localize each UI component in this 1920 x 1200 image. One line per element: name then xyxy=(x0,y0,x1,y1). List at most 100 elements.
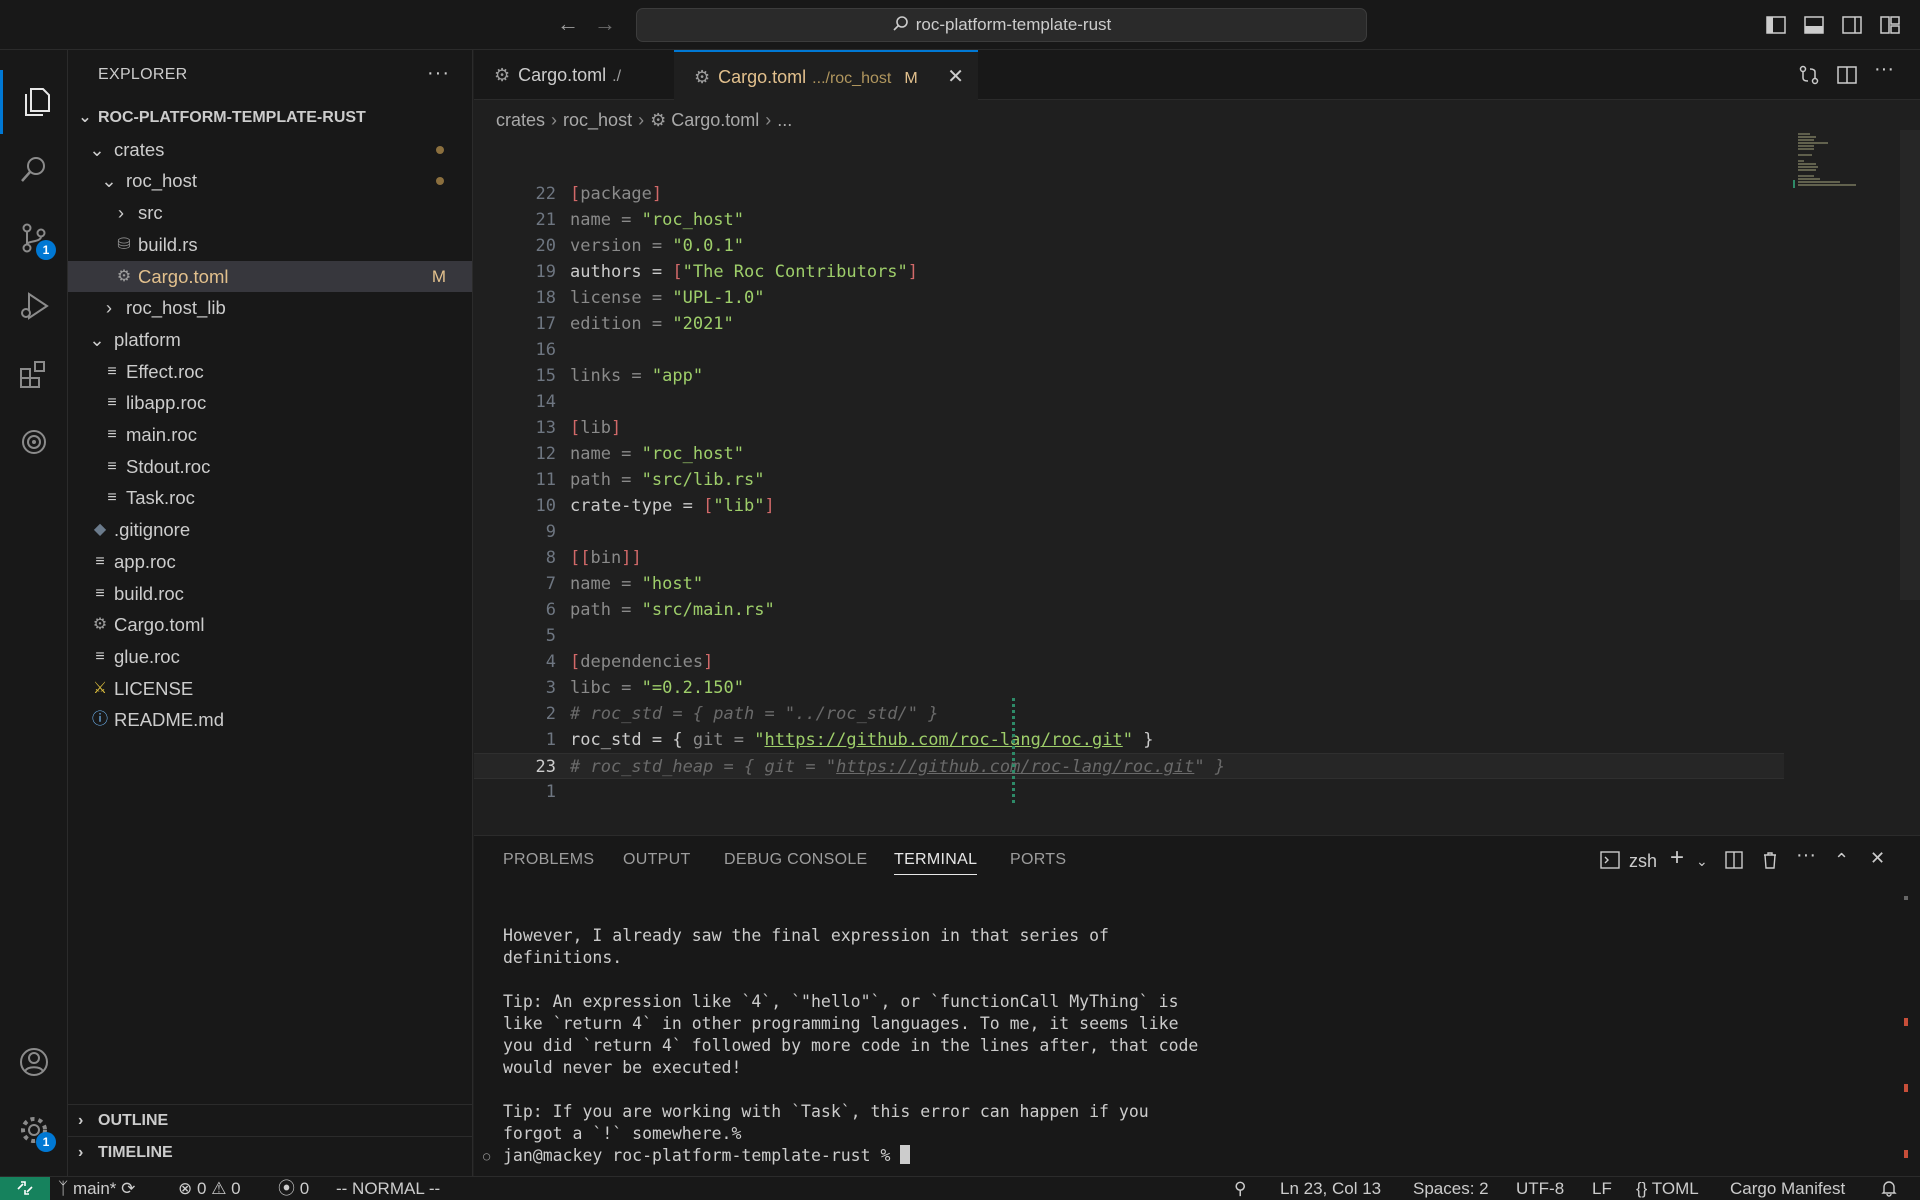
tree-item[interactable]: ≡ build.roc xyxy=(68,578,472,609)
chevron-down-icon: ⌄ xyxy=(101,170,117,192)
tree-item[interactable]: ⚔ LICENSE xyxy=(68,673,472,704)
customize-layout-icon[interactable] xyxy=(1878,13,1902,37)
terminal-shell-selector[interactable]: zsh xyxy=(1600,850,1657,872)
more-actions-icon[interactable]: ··· xyxy=(427,62,450,85)
toggle-panel-icon[interactable] xyxy=(1802,13,1826,37)
chevron-right-icon: › xyxy=(105,297,113,319)
bell-icon[interactable] xyxy=(1880,1177,1898,1200)
tree-item[interactable]: ◆ .gitignore xyxy=(68,514,472,545)
panel-tab[interactable]: DEBUG CONSOLE xyxy=(724,851,868,869)
tree-item[interactable]: ≡ glue.roc xyxy=(68,641,472,672)
code-token: "src/lib.rs" xyxy=(641,470,765,490)
toggle-secondary-sidebar-icon[interactable] xyxy=(1840,13,1864,37)
tab-cargo-toml-roc-host[interactable]: ⚙ Cargo.toml .../roc_host M ✕ xyxy=(674,50,978,100)
tab-name: Cargo.toml xyxy=(518,65,607,85)
code-token: ] xyxy=(907,262,919,282)
remote-indicator[interactable] xyxy=(0,1177,50,1200)
tree-item[interactable]: ⓘ README.md xyxy=(68,704,472,735)
language-mode[interactable]: {} TOML xyxy=(1636,1177,1699,1200)
search-activity[interactable] xyxy=(0,138,68,202)
extensions-activity[interactable] xyxy=(0,342,68,406)
tree-item[interactable]: ⌄ roc_host xyxy=(68,165,472,196)
terminal-prompt[interactable]: ○ jan@mackey roc-platform-template-rust % xyxy=(483,1145,911,1167)
tree-item[interactable]: ≡ libapp.roc xyxy=(68,387,472,418)
forward-arrow-icon[interactable]: → xyxy=(592,12,618,38)
maximize-panel-icon[interactable]: ⌃ xyxy=(1834,850,1849,871)
terminal-line: like `return 4` in other programming lan… xyxy=(503,1014,1179,1033)
code-token: path = xyxy=(570,600,642,620)
toggle-primary-sidebar-icon[interactable] xyxy=(1764,13,1788,37)
outline-section[interactable]: › OUTLINE xyxy=(68,1104,472,1136)
tree-item[interactable]: › src xyxy=(68,197,472,228)
chevron-down-icon: ⌄ xyxy=(78,109,92,126)
tree-item[interactable]: ⌄ platform xyxy=(68,324,472,355)
breadcrumb-item[interactable]: Cargo.toml xyxy=(671,110,759,130)
code-line: 11 path = "src/lib.rs" xyxy=(474,467,1784,493)
workspace-root[interactable]: ⌄ ROC-PLATFORM-TEMPLATE-RUST xyxy=(68,102,472,133)
explorer-activity[interactable] xyxy=(0,70,68,134)
code-line: 6 path = "src/main.rs" xyxy=(474,597,1784,623)
line-number: 16 xyxy=(535,340,556,360)
close-icon[interactable]: ✕ xyxy=(947,52,964,102)
tree-item[interactable]: ⚙ Cargo.toml M xyxy=(68,260,472,292)
more-actions-icon[interactable]: ··· xyxy=(1796,844,1816,867)
close-panel-icon[interactable]: ✕ xyxy=(1870,848,1885,869)
code-token: bin xyxy=(590,548,622,568)
trash-icon[interactable] xyxy=(1760,850,1780,875)
cursor-position[interactable]: Ln 23, Col 13 xyxy=(1280,1177,1381,1200)
panel-tab[interactable]: PORTS xyxy=(1010,851,1066,869)
problems-status[interactable]: ⊗ 0 ⚠ 0 xyxy=(178,1177,241,1200)
more-actions-icon[interactable]: ··· xyxy=(1874,58,1894,81)
line-number: 7 xyxy=(545,574,556,594)
ports-status[interactable]: ⦿ 0 xyxy=(278,1177,309,1200)
code-line: 15 links = "app" xyxy=(474,363,1784,389)
open-changes-icon[interactable] xyxy=(1798,64,1820,91)
line-ending[interactable]: LF xyxy=(1592,1177,1612,1200)
tree-item[interactable]: › roc_host_lib xyxy=(68,292,472,323)
command-center-search[interactable]: roc-platform-template-rust xyxy=(636,8,1367,42)
tree-item-label: platform xyxy=(114,328,181,350)
terminal-scrollbar[interactable] xyxy=(1904,896,1908,1166)
tree-item[interactable]: ≡ main.roc xyxy=(68,419,472,450)
remote-activity[interactable] xyxy=(0,410,68,474)
line-number: 11 xyxy=(535,470,556,490)
code-token: ] xyxy=(651,184,663,204)
code-token: license = xyxy=(570,288,673,308)
manage-activity[interactable]: 1 xyxy=(0,1098,68,1162)
line-number: 13 xyxy=(535,418,556,438)
zoom-icon[interactable]: ⚲ xyxy=(1234,1177,1246,1200)
source-control-activity[interactable]: 1 xyxy=(0,206,68,270)
code-token: [[ xyxy=(570,548,591,568)
tree-item[interactable]: ⌄ crates xyxy=(68,134,472,165)
tree-item[interactable]: ≡ Stdout.roc xyxy=(68,451,472,482)
command-decoration-icon[interactable]: ○ xyxy=(483,1145,490,1167)
panel-tab[interactable]: OUTPUT xyxy=(623,851,691,869)
panel-tab[interactable]: PROBLEMS xyxy=(503,851,594,869)
back-arrow-icon[interactable]: ← xyxy=(555,12,581,38)
tree-item[interactable]: ≡ app.roc xyxy=(68,546,472,577)
chevron-down-icon[interactable]: ⌄ xyxy=(1696,853,1708,870)
timeline-section[interactable]: › TIMELINE xyxy=(68,1136,472,1168)
new-terminal-icon[interactable]: + xyxy=(1670,844,1684,872)
split-editor-icon[interactable] xyxy=(1836,64,1858,91)
branch-status[interactable]: ᛉ main* ⟳ xyxy=(58,1177,135,1200)
breadcrumb-item[interactable]: roc_host xyxy=(563,110,632,130)
tree-item[interactable]: ⛁ build.rs xyxy=(68,229,472,260)
code-text: # roc_std = { path = "../roc_std/" } xyxy=(570,701,938,727)
encoding[interactable]: UTF-8 xyxy=(1516,1177,1564,1200)
breadcrumb-item[interactable]: ... xyxy=(777,110,792,130)
run-debug-activity[interactable] xyxy=(0,274,68,338)
tree-item[interactable]: ≡ Effect.roc xyxy=(68,356,472,387)
tree-item[interactable]: ⚙ Cargo.toml xyxy=(68,609,472,640)
schema-status[interactable]: Cargo Manifest xyxy=(1730,1177,1845,1200)
accounts-activity[interactable] xyxy=(0,1030,68,1094)
breadcrumb-item[interactable]: crates xyxy=(496,110,545,130)
indentation[interactable]: Spaces: 2 xyxy=(1413,1177,1489,1200)
code-text: path = "src/lib.rs" xyxy=(570,467,764,493)
tree-item[interactable]: ≡ Task.roc xyxy=(68,482,472,513)
split-terminal-icon[interactable] xyxy=(1724,850,1744,875)
editor-scrollbar[interactable] xyxy=(1900,130,1920,600)
tab-cargo-toml-root[interactable]: ⚙ Cargo.toml ./ xyxy=(474,50,674,100)
panel-tab[interactable]: TERMINAL xyxy=(894,851,978,875)
code-token: "The Roc Contributors" xyxy=(682,262,908,282)
